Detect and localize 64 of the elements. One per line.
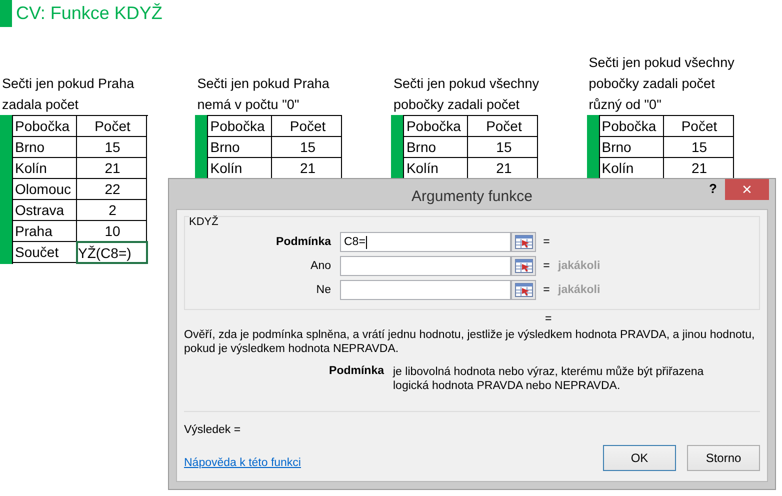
range-select-icon [514, 235, 532, 249]
argument-name: Podmínka [328, 365, 384, 379]
table-cell: Kolín [13, 158, 77, 179]
block-heading: Sečti jen pokud všechny pobočky zadali počet různý od "0" [588, 54, 735, 114]
help-link[interactable]: Nápověda k této funkci [184, 457, 301, 469]
argument-result: jakákoli [556, 260, 602, 272]
argument-result: jakákoli [556, 284, 602, 296]
help-button[interactable]: ? [709, 181, 717, 196]
table-cell: 21 [77, 158, 147, 179]
table-cell: Součet [13, 242, 77, 263]
argument-description: je libovolná hodnota nebo výraz, kterému může být přiřazena logická hodnota PRAVDA nebo NEPRAVDA. [393, 365, 705, 393]
table-cell: 2 [77, 200, 147, 221]
column-header: Počet [468, 116, 538, 137]
sheet-title: CV: Funkce KDYŽ [16, 3, 162, 24]
title-bar [0, 0, 12, 27]
table-cell: Ostrava [13, 200, 77, 221]
range-select-icon [514, 259, 532, 273]
table-cell: Brno [208, 137, 272, 158]
table-cell: 10 [77, 221, 147, 242]
group-label: KDYŽ [189, 216, 218, 228]
function-description: Ověří, zda je podmínka splněna, a vrátí jednu hodnotu, jestliže je výsledkem hodnota PRAVDA, a jinou hodnotu, pokud je výsledkem hodnota NEPRAVDA. [184, 328, 756, 356]
range-select-icon [514, 283, 532, 297]
equals-sign: = [542, 260, 551, 272]
formula-result: = [545, 313, 552, 325]
table-marker-bar [391, 115, 404, 179]
table-marker-bar [586, 115, 599, 179]
column-header: Počet [77, 116, 147, 137]
table-cell: 22 [77, 179, 147, 200]
argument-label: Ne [315, 284, 332, 296]
column-header: Pobočka [13, 116, 77, 137]
argument-field[interactable]: C8= [340, 232, 511, 252]
column-header: Pobočka [600, 116, 664, 137]
active-cell[interactable]: YŽ(C8=) [76, 241, 148, 264]
table-cell: Brno [600, 137, 664, 158]
argument-field[interactable] [340, 256, 511, 276]
column-header: Pobočka [404, 116, 468, 137]
equals-sign: = [542, 236, 551, 248]
argument-label: Ano [310, 260, 332, 272]
column-header: Pobočka [208, 116, 272, 137]
close-button[interactable]: × [725, 179, 769, 200]
table-cell: Brno [404, 137, 468, 158]
table-marker-bar [195, 115, 208, 179]
table-cell: 15 [272, 137, 342, 158]
block-heading: Sečti jen pokud Praha zadala počet [1, 75, 136, 114]
range-select-button[interactable] [511, 232, 536, 252]
table-cell: 15 [664, 137, 734, 158]
result-label: Výsledek = [184, 424, 242, 436]
column-header: Počet [272, 116, 342, 137]
column-header: Počet [664, 116, 734, 137]
block-heading: Sečti jen pokud Praha nemá v počtu "0" [196, 75, 330, 114]
equals-sign: = [542, 284, 551, 296]
table-cell: 15 [468, 137, 538, 158]
cancel-button[interactable]: Storno [687, 445, 760, 471]
block-heading: Sečti jen pokud všechny pobočky zadali počet [392, 75, 540, 114]
table-cell: 15 [77, 137, 147, 158]
dialog-title: Argumenty funkce [412, 187, 532, 207]
table-cell: Olomouc [13, 179, 77, 200]
table-cell: Praha [13, 221, 77, 242]
ok-button[interactable]: OK [603, 445, 676, 471]
range-select-button[interactable] [511, 256, 536, 276]
argument-field[interactable] [340, 280, 511, 300]
table-cell: Brno [13, 137, 77, 158]
argument-label: Podmínka [275, 236, 332, 248]
range-select-button[interactable] [511, 280, 536, 300]
